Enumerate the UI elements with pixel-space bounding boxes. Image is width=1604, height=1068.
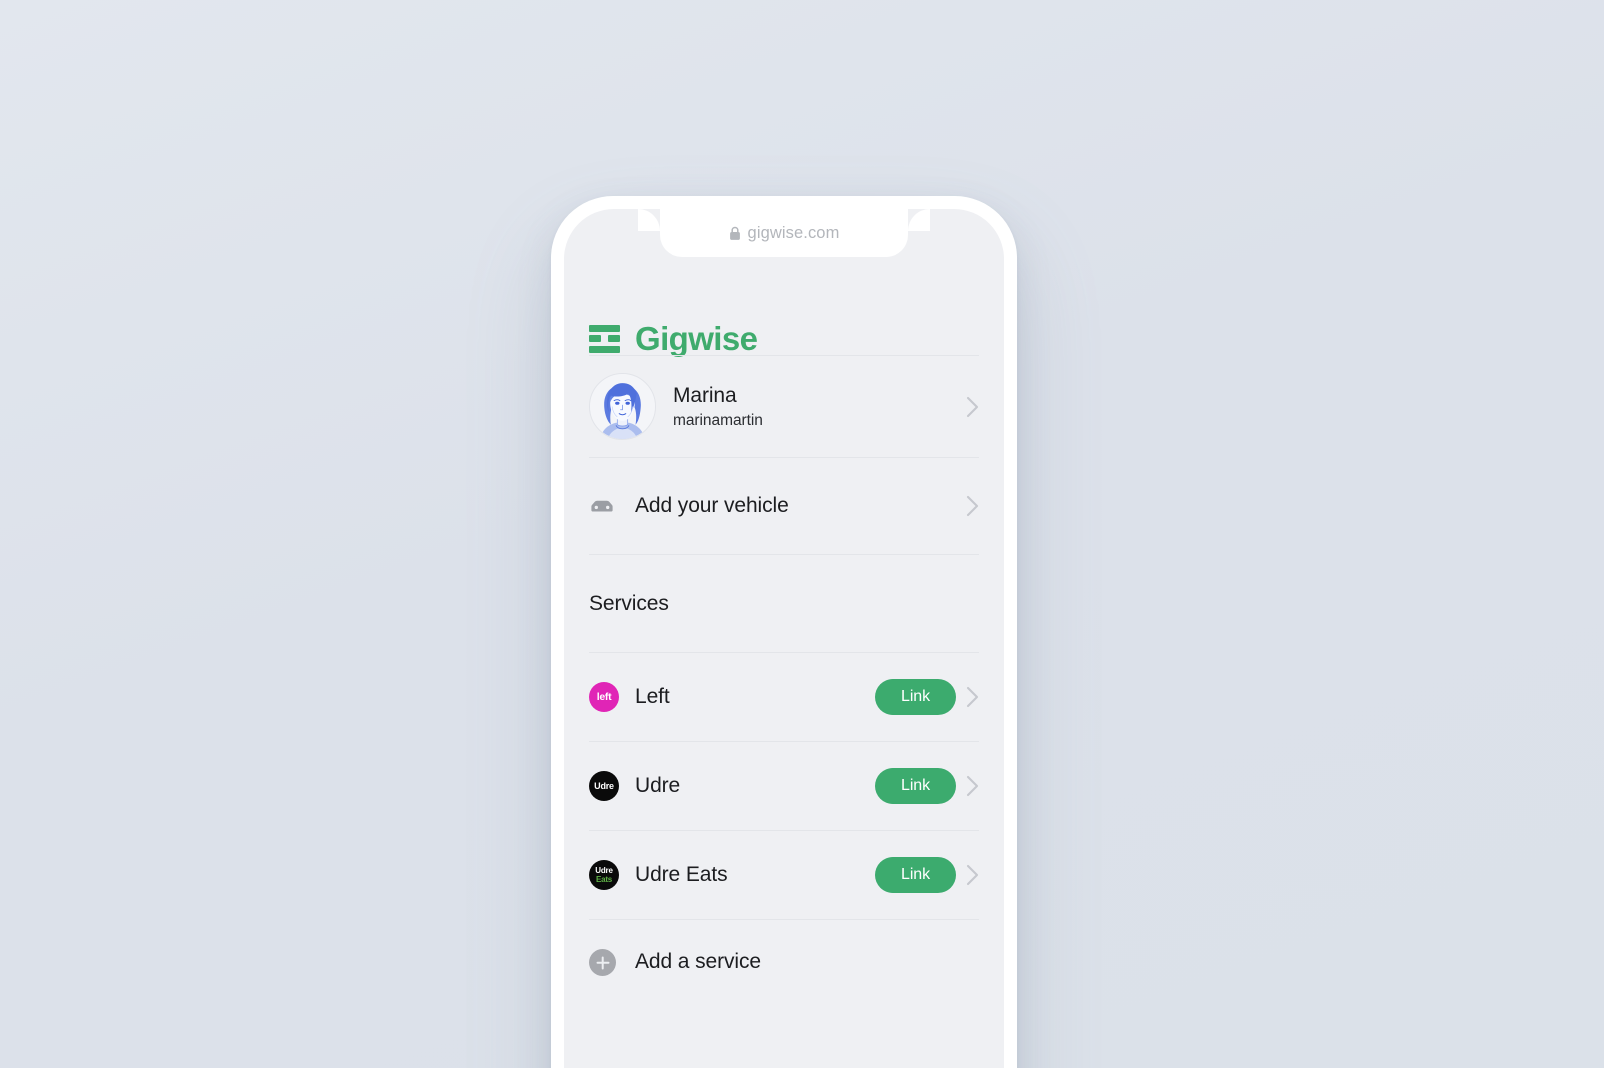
udre-eats-icon-glyph-bottom: Eats [595, 874, 613, 884]
add-vehicle-text: Add your vehicle [635, 493, 956, 519]
chevron-right-icon[interactable] [966, 686, 979, 708]
chevron-right-icon[interactable] [966, 864, 979, 886]
udre-eats-icon-glyph-top: Udre [595, 865, 613, 875]
lock-icon [729, 226, 740, 240]
gigwise-logo-icon [589, 324, 620, 353]
phone-device-frame: gigwise.com Gigwise Marina marinamartin … [551, 196, 1017, 1068]
service-name-wrap: Udre Eats [635, 862, 875, 888]
add-service-text: Add a service [635, 949, 979, 975]
udre-service-icon-glyph: Udre [594, 780, 614, 791]
brand-name: Gigwise [635, 320, 758, 357]
profile-row[interactable]: Marina marinamartin [589, 355, 979, 457]
service-name: Udre [635, 773, 681, 797]
chevron-right-icon[interactable] [966, 495, 979, 517]
services-title: Services [589, 591, 669, 615]
left-service-icon-wrap: left [589, 682, 635, 712]
car-icon [591, 500, 613, 512]
logo-segment-left [589, 335, 601, 342]
browser-url-bar[interactable]: gigwise.com [638, 209, 930, 257]
service-name-wrap: Udre [635, 773, 875, 799]
profile-username: marinamartin [673, 411, 763, 429]
udre-service-icon: Udre [589, 771, 619, 801]
profile-text: Marina marinamartin [673, 383, 956, 429]
plus-circle-icon [589, 949, 616, 976]
service-row-udre[interactable]: Udre Udre Link [589, 741, 979, 830]
add-service-row[interactable]: Add a service [589, 919, 979, 1005]
service-row-udre-eats[interactable]: Udre Eats Udre Eats Link [589, 830, 979, 919]
link-button[interactable]: Link [875, 768, 956, 804]
phone-screen: gigwise.com Gigwise Marina marinamartin … [564, 209, 1004, 1068]
add-vehicle-row[interactable]: Add your vehicle [589, 457, 979, 554]
service-name-wrap: Left [635, 684, 875, 710]
services-section-header: Services [589, 554, 979, 652]
left-service-icon-glyph: left [596, 690, 612, 703]
add-service-label: Add a service [635, 950, 761, 974]
plus-icon-wrap [589, 949, 635, 976]
logo-segment-right [608, 335, 620, 342]
logo-bar-bottom [589, 345, 620, 353]
url-text: gigwise.com [747, 223, 840, 242]
chevron-right-icon[interactable] [966, 396, 979, 418]
service-row-left[interactable]: left Left Link [589, 652, 979, 741]
page-background: gigwise.com Gigwise Marina marinamartin … [0, 0, 1604, 1068]
logo-bar-middle [589, 335, 620, 342]
app-content: Gigwise Marina marinamartin Add your veh… [564, 209, 1004, 1068]
service-name: Udre Eats [635, 862, 728, 886]
profile-name: Marina [673, 384, 737, 408]
avatar [589, 373, 656, 440]
add-vehicle-label: Add your vehicle [635, 493, 789, 517]
udre-eats-service-icon: Udre Eats [589, 860, 619, 890]
udre-service-icon-wrap: Udre [589, 771, 635, 801]
chevron-right-icon[interactable] [966, 775, 979, 797]
service-name: Left [635, 684, 670, 708]
car-icon-wrap [589, 497, 635, 515]
avatar-wrap [589, 373, 673, 440]
link-button[interactable]: Link [875, 857, 956, 893]
logo-bar-top [589, 324, 620, 332]
left-service-icon: left [589, 682, 619, 712]
udre-eats-service-icon-wrap: Udre Eats [589, 860, 635, 890]
link-button[interactable]: Link [875, 679, 956, 715]
